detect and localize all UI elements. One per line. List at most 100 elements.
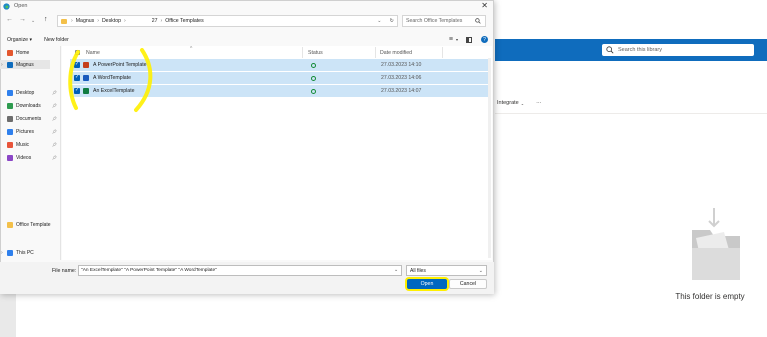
library-search-box[interactable]: Search this library <box>602 44 754 56</box>
nav-item-pictures[interactable]: Pictures <box>7 127 34 136</box>
library-command-bar: Integrate ⌄ ··· <box>495 96 767 110</box>
address-bar[interactable]: › Magnus › Desktop › 27 › Office Templat… <box>57 15 398 27</box>
documents-icon <box>7 115 13 122</box>
cancel-button[interactable]: Cancel <box>449 279 487 289</box>
nav-item-label: Desktop <box>16 89 35 96</box>
pin-icon: 📌︎ <box>52 129 58 134</box>
nav-item-label: Office Template <box>16 221 51 228</box>
column-separator[interactable] <box>442 47 443 58</box>
breadcrumb-desktop[interactable]: Desktop <box>102 18 121 24</box>
address-dropdown-chevron-icon[interactable]: ⌄ <box>377 18 381 24</box>
back-arrow-icon[interactable]: ← <box>6 16 13 23</box>
nav-item-documents[interactable]: Documents <box>7 114 41 123</box>
search-icon <box>475 18 481 24</box>
nav-item-home[interactable]: Home <box>7 48 29 57</box>
pc-icon <box>7 249 13 256</box>
view-options-chevron-icon[interactable]: ▾ <box>456 37 458 42</box>
file-name-input[interactable]: "An ExcelTemplate" "A PowerPoint Templat… <box>78 265 402 276</box>
pin-icon: 📌︎ <box>52 142 58 147</box>
nav-item-desktop[interactable]: Desktop <box>7 88 34 97</box>
nav-item-downloads[interactable]: Downloads <box>7 101 41 110</box>
organize-button[interactable]: Organize ▾ <box>7 37 32 43</box>
background-top-bar <box>495 13 767 33</box>
nav-item-label: Pictures <box>16 128 35 135</box>
file-date: 27.03.2023 14:10 <box>381 62 422 68</box>
breadcrumb-27[interactable]: 27 <box>152 18 158 24</box>
nav-item-magnus[interactable]: › Magnus <box>0 60 50 69</box>
column-status[interactable]: Status <box>308 50 323 56</box>
folder-search-placeholder: Search Office Templates <box>406 18 463 24</box>
nav-item-label: Music <box>16 141 30 148</box>
preview-pane-icon[interactable] <box>466 36 472 43</box>
breadcrumb-separator-icon: › <box>123 18 126 24</box>
edge-app-icon <box>3 2 10 10</box>
column-separator[interactable] <box>375 47 376 58</box>
pin-icon: 📌︎ <box>52 90 58 95</box>
sync-status-icon <box>311 75 316 81</box>
download-icon <box>7 102 13 109</box>
sync-status-icon <box>311 88 316 94</box>
empty-folder-icon <box>692 208 740 280</box>
folder-icon <box>61 18 67 24</box>
empty-folder-message: This folder is empty <box>675 292 745 301</box>
new-folder-button[interactable]: New folder <box>44 37 69 43</box>
refresh-icon[interactable]: ↻ <box>390 18 394 24</box>
expand-chevron-icon: › <box>1 61 3 68</box>
file-name-label: File name: <box>52 268 77 274</box>
nav-item-label: Home <box>16 49 30 56</box>
breadcrumb-separator-icon: › <box>97 18 99 24</box>
nav-item-label: Videos <box>16 154 32 161</box>
divider <box>495 113 767 114</box>
nav-item-label: Downloads <box>16 102 41 109</box>
expand-chevron-icon: › <box>1 249 3 256</box>
search-icon <box>606 46 614 54</box>
breadcrumb-separator-icon: › <box>71 18 73 24</box>
onedrive-icon <box>7 61 13 68</box>
close-icon[interactable]: ✕ <box>481 1 488 10</box>
folder-search-box[interactable]: Search Office Templates <box>402 15 486 27</box>
nav-item-label: Documents <box>16 115 42 122</box>
file-type-select[interactable]: All files ⌄ <box>406 265 487 276</box>
nav-item-label: This PC <box>16 249 34 256</box>
music-icon <box>7 141 13 148</box>
nav-item-videos[interactable]: Videos <box>7 153 31 162</box>
breadcrumb-separator-icon: › <box>160 18 163 24</box>
up-arrow-icon[interactable]: ↑ <box>44 16 48 23</box>
nav-item-office-template[interactable]: Office Template <box>7 220 51 229</box>
file-type-value: All files <box>410 267 426 274</box>
dialog-title: Open <box>14 3 28 9</box>
nav-item-label: Magnus <box>16 61 34 68</box>
view-options-icon[interactable]: ≡ <box>449 36 453 43</box>
navigation-pane: Home › Magnus Desktop 📌︎ Downloads 📌︎ Doc… <box>0 46 58 261</box>
dialog-titlebar: Open ✕ <box>0 0 494 12</box>
folder-icon <box>7 221 13 228</box>
file-date: 27.03.2023 14:06 <box>381 75 422 81</box>
more-commands-button[interactable]: ··· <box>536 100 542 106</box>
chevron-down-icon[interactable]: ⌄ <box>394 268 398 273</box>
pane-splitter[interactable] <box>60 46 61 260</box>
open-button[interactable]: Open <box>407 279 447 289</box>
home-icon <box>7 49 13 56</box>
recent-locations-chevron-icon[interactable]: ⌄ <box>31 18 35 24</box>
pin-icon: 📌︎ <box>52 103 58 108</box>
sync-status-icon <box>311 62 316 68</box>
highlighter-annotation <box>68 48 153 112</box>
breadcrumb-magnus[interactable]: Magnus <box>76 18 94 24</box>
forward-arrow-icon[interactable]: → <box>19 16 26 23</box>
pin-icon: 📌︎ <box>52 116 58 121</box>
breadcrumb-office-templates[interactable]: Office Templates <box>165 18 203 24</box>
pictures-icon <box>7 128 13 135</box>
file-list-scrollbar[interactable] <box>488 58 491 258</box>
file-name-value: "An ExcelTemplate" "A PowerPoint Templat… <box>81 268 217 273</box>
column-date-modified[interactable]: Date modified <box>380 50 412 56</box>
nav-item-music[interactable]: Music <box>7 140 29 149</box>
help-icon[interactable]: ? <box>481 36 488 43</box>
library-search-placeholder: Search this library <box>618 47 663 53</box>
sort-ascending-icon: ^ <box>190 46 193 52</box>
chevron-down-icon: ⌄ <box>478 267 483 274</box>
pin-icon: 📌︎ <box>52 155 58 160</box>
integrate-menu[interactable]: Integrate <box>497 100 519 106</box>
column-separator[interactable] <box>302 47 303 58</box>
file-date: 27.03.2023 14:07 <box>381 88 422 94</box>
nav-item-this-pc[interactable]: › This PC <box>1 248 34 257</box>
